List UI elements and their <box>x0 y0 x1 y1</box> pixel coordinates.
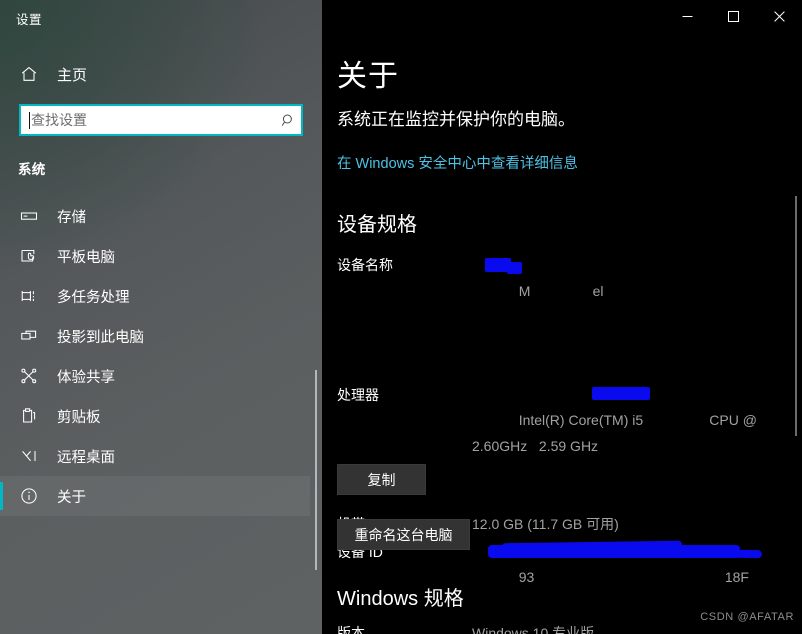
sidebar-scrollbar-thumb[interactable] <box>315 370 317 570</box>
sidebar-nav-list: 存储 平板电脑 多任务处理 投影到此电脑 体验共享 剪贴板 远程桌面 关于 <box>0 196 310 516</box>
sidebar-item-about-label: 关于 <box>57 489 86 506</box>
sidebar-item-storage-label: 存储 <box>57 209 86 226</box>
rename-pc-button[interactable]: 重命名这台电脑 <box>337 519 470 550</box>
search-input[interactable]: 查找设置 <box>19 104 303 136</box>
redaction-mark <box>507 262 522 274</box>
sidebar-item-clipboard[interactable]: 剪贴板 <box>0 396 310 436</box>
security-status-text: 系统正在监控并保护你的电脑。 <box>337 110 575 129</box>
copy-button[interactable]: 复制 <box>337 464 426 495</box>
sidebar-item-storage[interactable]: 存储 <box>0 196 310 236</box>
redaction-mark <box>611 547 763 558</box>
spec-value-text: 93 18F <box>518 569 749 585</box>
device-specs-heading: 设备规格 <box>337 214 417 236</box>
sidebar-item-remote-desktop[interactable]: 远程桌面 <box>0 436 310 476</box>
settings-window: 设置 主页 查找设置 系统 存储 平板电脑 多任务处理 投影到此电脑 体验共享 … <box>0 0 802 634</box>
sidebar-item-remote-desktop-label: 远程桌面 <box>57 449 115 466</box>
page-title: 关于 <box>337 60 399 93</box>
storage-icon <box>18 205 40 227</box>
search-placeholder: 查找设置 <box>31 112 87 128</box>
sidebar-item-tablet-label: 平板电脑 <box>57 249 115 266</box>
multitasking-icon <box>18 285 40 307</box>
device-specs-table: 设备名称 M el 处理器 Intel(R) Core(TM) i5 CPU @… <box>337 253 797 634</box>
sidebar-item-about[interactable]: 关于 <box>0 476 310 516</box>
watermark: CSDN @AFATAR <box>700 611 794 623</box>
sidebar-item-multitasking-label: 多任务处理 <box>57 289 130 306</box>
sidebar-item-home[interactable]: 主页 <box>0 58 310 90</box>
sidebar-item-projecting-label: 投影到此电脑 <box>57 329 144 346</box>
clipboard-icon <box>18 405 40 427</box>
table-row: 设备名称 M el <box>337 253 797 381</box>
spec-label-edition: 版本 <box>337 625 365 634</box>
redaction-mark <box>592 386 650 400</box>
windows-specs-heading: Windows 规格 <box>337 588 464 610</box>
about-page: 关于 系统正在监控并保护你的电脑。 在 Windows 安全中心中查看详细信息 … <box>322 0 802 634</box>
sidebar-item-shared-experiences-label: 体验共享 <box>57 369 115 386</box>
projecting-icon <box>18 325 40 347</box>
main-content-pane: 关于 系统正在监控并保护你的电脑。 在 Windows 安全中心中查看详细信息 … <box>322 0 802 634</box>
sidebar-item-tablet[interactable]: 平板电脑 <box>0 236 310 276</box>
app-title: 设置 <box>16 13 43 27</box>
spec-value-device-name: M el <box>472 253 797 381</box>
spec-value-text: Intel(R) Core(TM) i5 CPU @ 2.60GHz 2.59 … <box>472 412 757 454</box>
spec-value-edition: Windows 10 专业版 <box>472 625 595 634</box>
search-icon[interactable] <box>275 113 301 128</box>
info-icon <box>18 485 40 507</box>
spec-label-device-name: 设备名称 <box>337 257 393 273</box>
content-scrollbar-thumb[interactable] <box>795 196 797 436</box>
spec-value-text: M el <box>518 282 604 299</box>
sidebar: 设置 主页 查找设置 系统 存储 平板电脑 多任务处理 投影到此电脑 体验共享 … <box>0 0 322 634</box>
search-caret <box>29 111 30 129</box>
sidebar-item-multitasking[interactable]: 多任务处理 <box>0 276 310 316</box>
tablet-icon <box>18 245 40 267</box>
shared-experiences-icon <box>18 365 40 387</box>
sidebar-item-projecting[interactable]: 投影到此电脑 <box>0 316 310 356</box>
sidebar-item-clipboard-label: 剪贴板 <box>57 409 101 426</box>
selected-indicator <box>0 482 3 510</box>
home-icon <box>18 63 40 85</box>
security-details-link[interactable]: 在 Windows 安全中心中查看详细信息 <box>337 152 578 173</box>
remote-desktop-icon <box>18 445 40 467</box>
spec-label-processor: 处理器 <box>337 386 379 403</box>
sidebar-item-shared-experiences[interactable]: 体验共享 <box>0 356 310 396</box>
spec-value-processor: Intel(R) Core(TM) i5 CPU @ 2.60GHz 2.59 … <box>472 383 797 511</box>
table-row: 版本 Windows 10 专业版 <box>337 624 787 634</box>
spec-value-ram: 12.0 GB (11.7 GB 可用) <box>472 516 619 532</box>
sidebar-item-home-label: 主页 <box>57 66 88 84</box>
sidebar-group-title: 系统 <box>18 162 46 177</box>
